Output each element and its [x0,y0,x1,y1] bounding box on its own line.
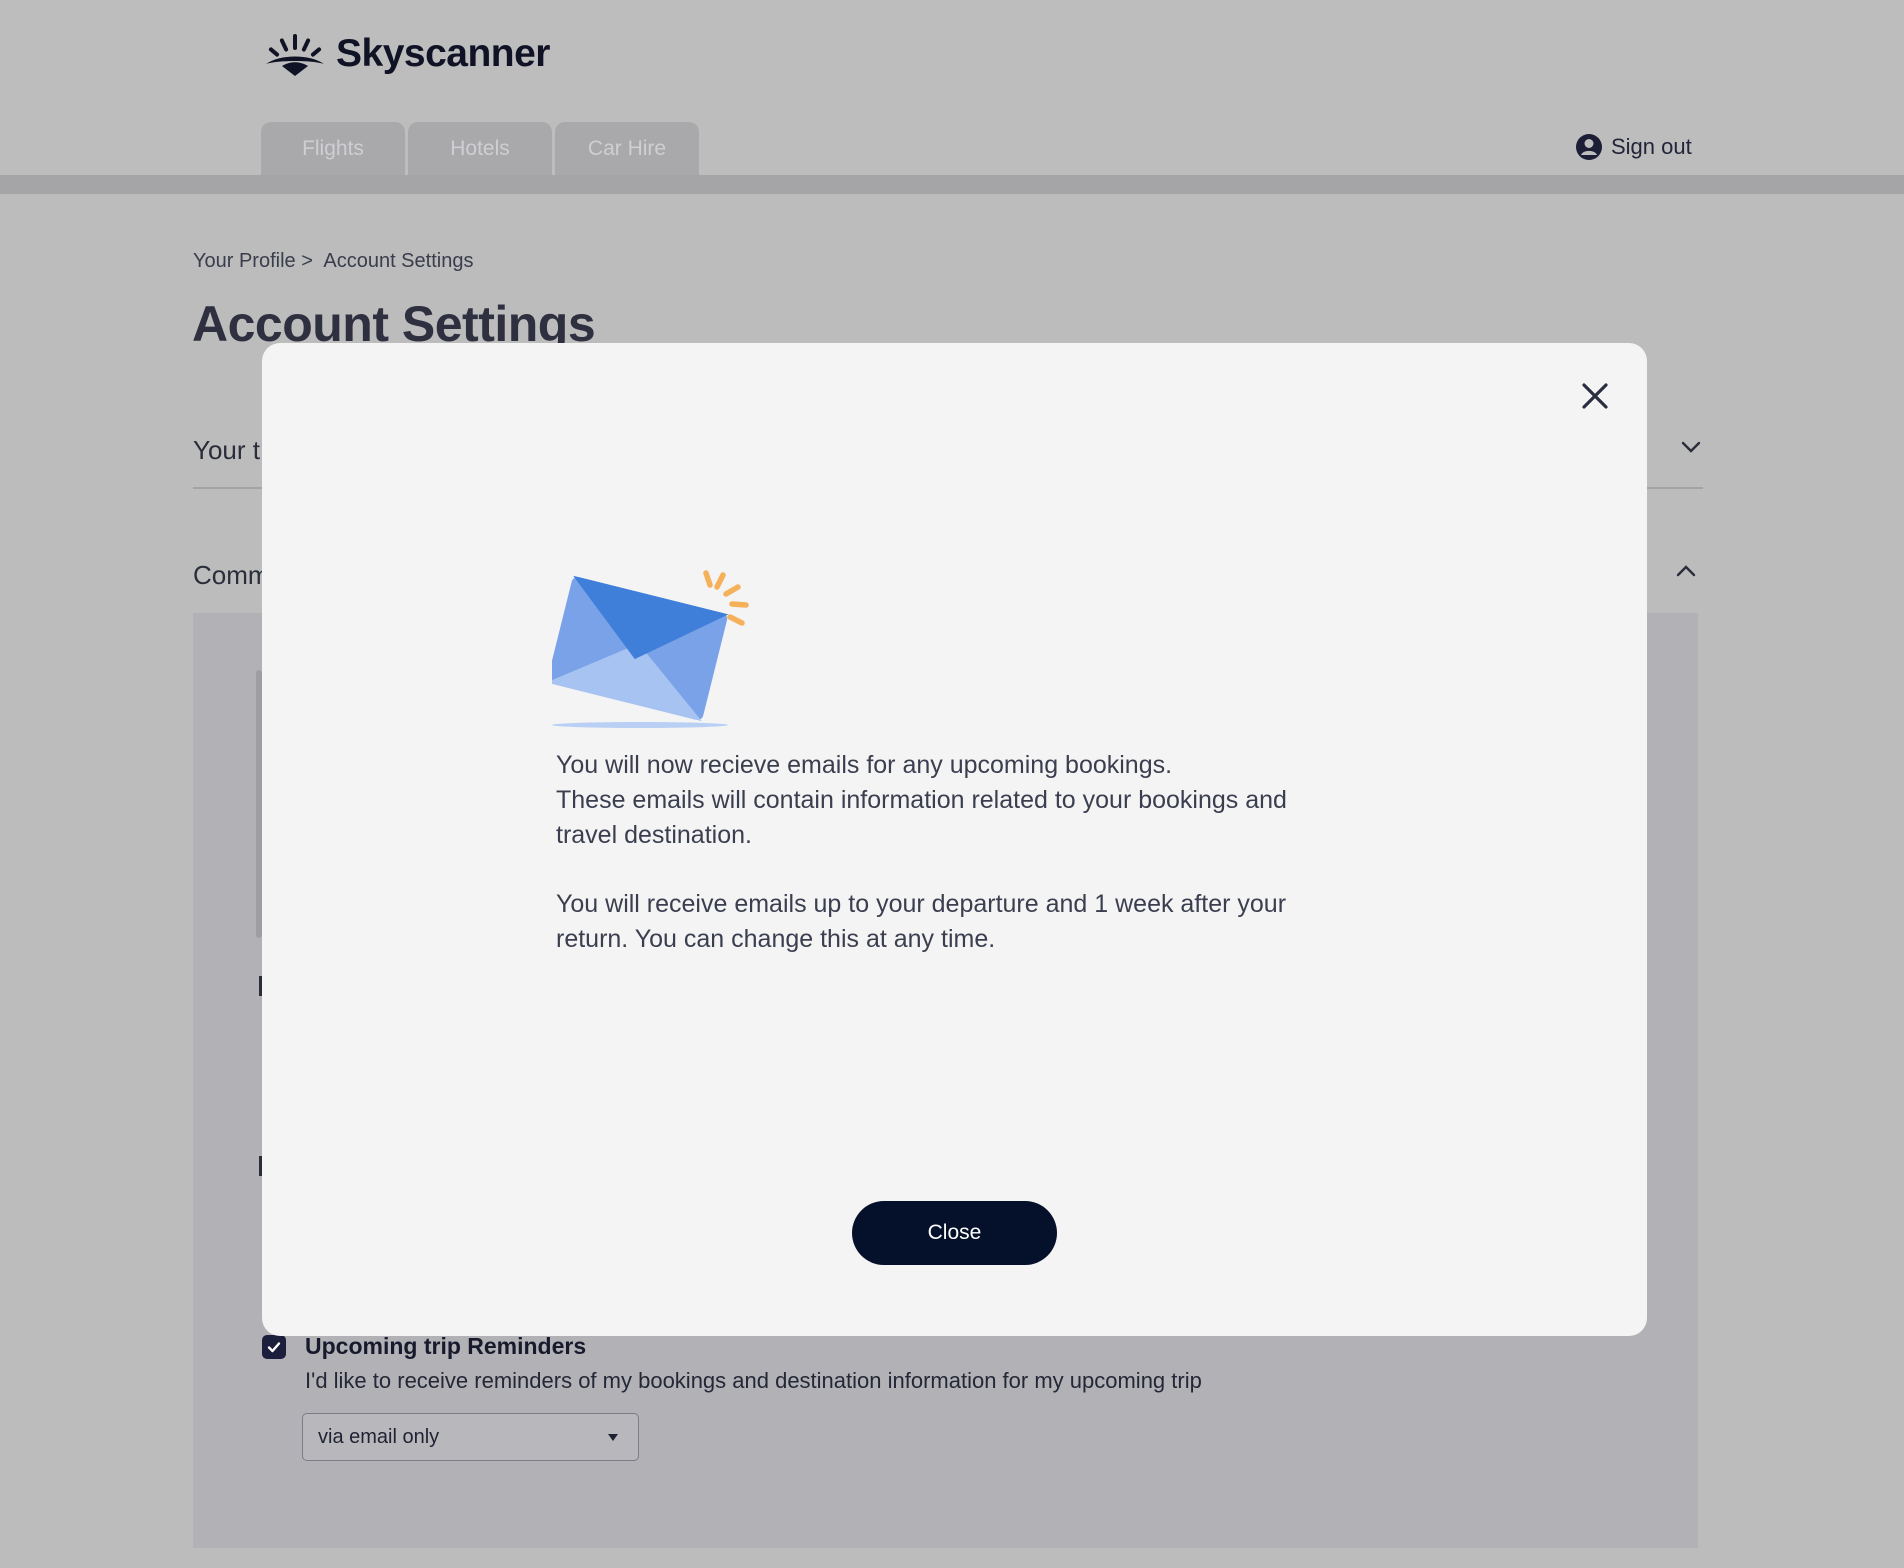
chevron-up-icon[interactable] [1675,564,1697,578]
sign-out-label: Sign out [1611,134,1692,159]
select-value: via email only [318,1425,440,1448]
logo-text: Skyscanner [336,32,550,75]
breadcrumb-your-profile[interactable]: Your Profile > [193,250,313,272]
sunrise-logo-icon [266,34,324,76]
breadcrumb-current: Account Settings [323,250,474,272]
envelope-icon [552,570,749,728]
modal-message: You will now recieve emails for any upco… [556,748,1376,957]
site-header: Skyscanner Flights Hotels Car Hire Sign … [0,0,1904,194]
modal-paragraph-1: You will now recieve emails for any upco… [556,751,1287,849]
product-tabs: Flights Hotels Car Hire [261,122,699,175]
tab-flights[interactable]: Flights [261,122,405,175]
tab-hotels[interactable]: Hotels [408,122,552,175]
reminders-checkbox[interactable] [262,1335,286,1359]
caret-down-icon [608,1433,618,1441]
modal-close-icon-button[interactable] [1572,373,1618,419]
section-label: Comm [193,560,270,590]
checkmark-icon [267,1342,281,1353]
sign-out-link[interactable]: Sign out [1575,133,1692,161]
reminders-title: Upcoming trip Reminders [305,1333,587,1359]
breadcrumb: Your Profile > Account Settings [193,250,479,273]
modal-paragraph-2: You will receive emails up to your depar… [556,890,1287,953]
section-label: Your t [193,435,260,465]
header-divider [0,175,1904,194]
close-button[interactable]: Close [852,1201,1057,1265]
close-icon [1582,383,1608,409]
reminders-channel-select[interactable]: via email only [302,1413,639,1461]
skyscanner-logo[interactable]: Skyscanner [262,30,550,78]
reminders-description: I'd like to receive reminders of my book… [305,1368,1202,1393]
tab-car-hire[interactable]: Car Hire [555,122,699,175]
user-icon [1576,134,1602,160]
chevron-down-icon[interactable] [1680,440,1702,454]
confirmation-modal: You will now recieve emails for any upco… [262,343,1647,1336]
